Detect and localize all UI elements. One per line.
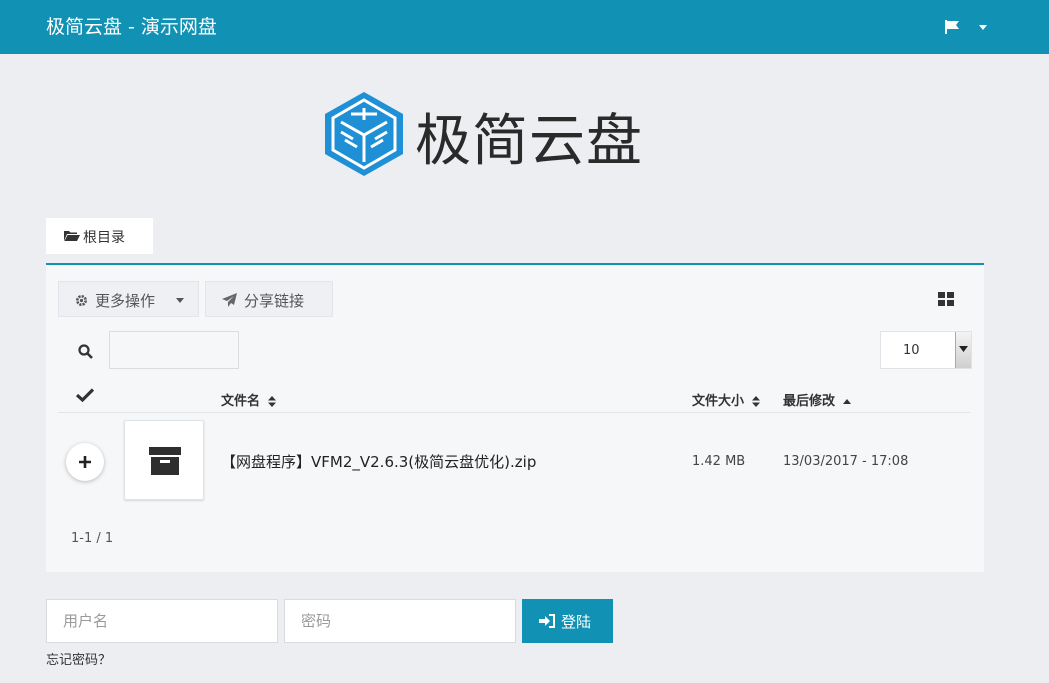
file-panel: 更多操作 分享链接 10 文件名 文件大小 最后修改 【网盘程序】VFM2_V2… <box>46 263 984 572</box>
file-name-link[interactable]: 【网盘程序】VFM2_V2.6.3(极简云盘优化).zip <box>221 451 536 472</box>
file-thumbnail[interactable] <box>124 420 204 500</box>
column-name-label: 文件名 <box>221 394 261 409</box>
column-modified-label: 最后修改 <box>783 394 836 409</box>
select-all-check-icon[interactable] <box>76 388 94 402</box>
file-modified-date: 13/03/2017 - 17:08 <box>783 454 909 469</box>
password-field[interactable] <box>284 599 516 643</box>
sort-icon <box>267 396 276 407</box>
plus-icon <box>79 456 91 468</box>
share-link-label: 分享链接 <box>244 292 305 310</box>
file-size: 1.42 MB <box>692 454 746 469</box>
sort-asc-icon <box>842 398 851 404</box>
more-actions-button[interactable]: 更多操作 <box>58 281 199 317</box>
search-input[interactable] <box>109 331 239 369</box>
gear-icon <box>76 295 87 306</box>
forgot-password-link[interactable]: 忘记密码？ <box>46 649 111 668</box>
password-input[interactable] <box>285 600 515 642</box>
column-header-name[interactable]: 文件名 <box>221 390 276 409</box>
expand-row-button[interactable] <box>66 443 104 481</box>
language-dropdown[interactable] <box>945 17 993 37</box>
grid-view-icon[interactable] <box>938 292 954 306</box>
send-icon <box>222 293 237 307</box>
share-link-button[interactable]: 分享链接 <box>205 281 333 317</box>
more-actions-label: 更多操作 <box>95 292 156 310</box>
username-input[interactable] <box>47 600 277 642</box>
archive-icon <box>149 447 181 475</box>
breadcrumb-root[interactable]: 根目录 <box>46 218 153 254</box>
username-field[interactable] <box>46 599 278 643</box>
login-button[interactable]: 登陆 <box>522 599 613 643</box>
flag-icon <box>945 20 987 34</box>
per-page-select[interactable]: 10 <box>880 331 972 369</box>
sort-icon <box>751 396 760 407</box>
navbar: 极简云盘 - 演示网盘 <box>0 0 1049 54</box>
column-size-label: 文件大小 <box>692 394 745 409</box>
per-page-value: 10 <box>903 343 920 358</box>
folder-open-icon <box>64 231 80 241</box>
table-divider <box>58 412 970 413</box>
triangle-down-icon <box>959 346 968 352</box>
breadcrumb-root-label: 根目录 <box>83 230 125 246</box>
search-icon <box>78 344 93 359</box>
sign-in-icon <box>539 614 555 628</box>
per-page-arrow[interactable] <box>955 332 971 368</box>
logo-text: 极简云盘 <box>415 109 643 174</box>
column-header-size[interactable]: 文件大小 <box>692 390 760 409</box>
cube-logo-icon <box>325 92 403 176</box>
column-header-modified[interactable]: 最后修改 <box>783 390 851 409</box>
site-title[interactable]: 极简云盘 - 演示网盘 <box>46 12 217 39</box>
caret-down-icon <box>176 298 184 303</box>
login-label: 登陆 <box>561 613 592 631</box>
logo: 极简云盘 <box>323 90 703 176</box>
pagination-info: 1-1 / 1 <box>71 531 114 546</box>
